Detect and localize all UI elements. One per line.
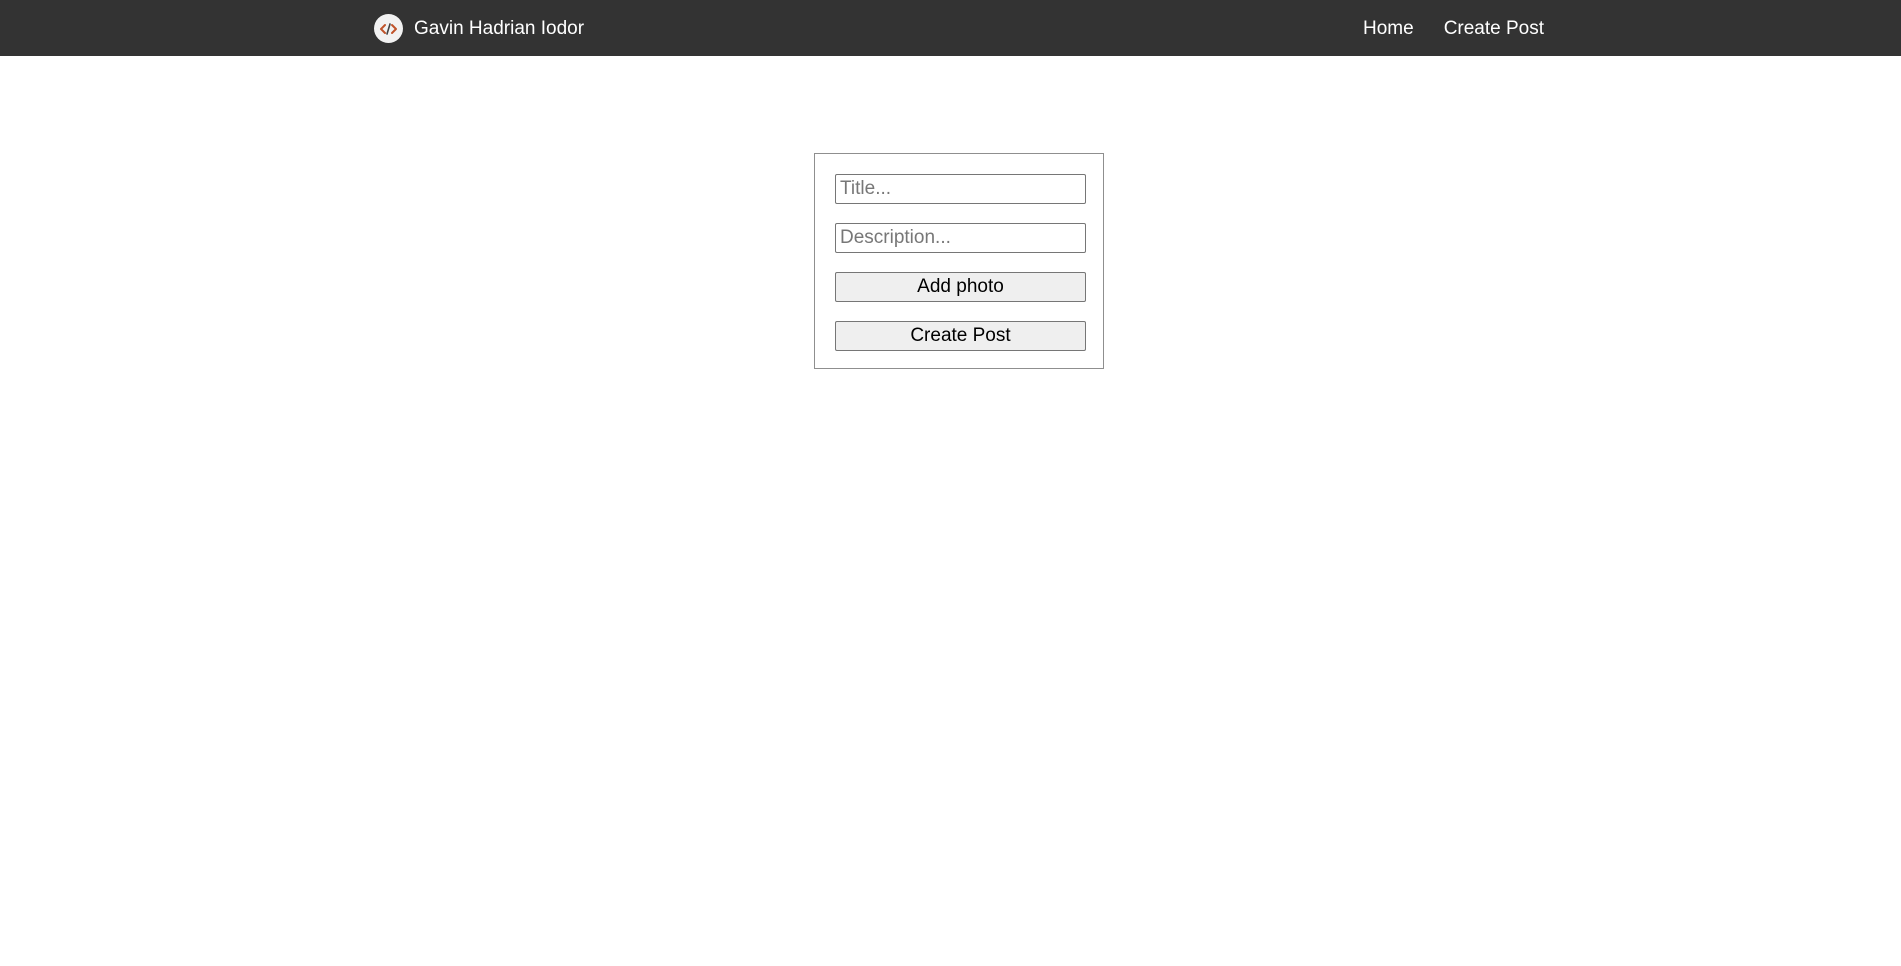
add-photo-button[interactable]: Add photo xyxy=(835,272,1086,302)
create-post-form: Add photo Create Post xyxy=(814,153,1104,369)
description-input[interactable] xyxy=(835,223,1086,253)
nav-link-home[interactable]: Home xyxy=(1363,14,1414,43)
brand-name: Gavin Hadrian Iodor xyxy=(414,18,585,39)
code-icon xyxy=(374,14,403,43)
title-input[interactable] xyxy=(835,174,1086,204)
nav-links: Home Create Post xyxy=(1363,14,1544,43)
create-post-button[interactable]: Create Post xyxy=(835,321,1086,351)
navbar: Gavin Hadrian Iodor Home Create Post xyxy=(0,0,1901,56)
nav-link-create-post[interactable]: Create Post xyxy=(1444,14,1544,43)
brand-link[interactable]: Gavin Hadrian Iodor xyxy=(374,14,584,43)
